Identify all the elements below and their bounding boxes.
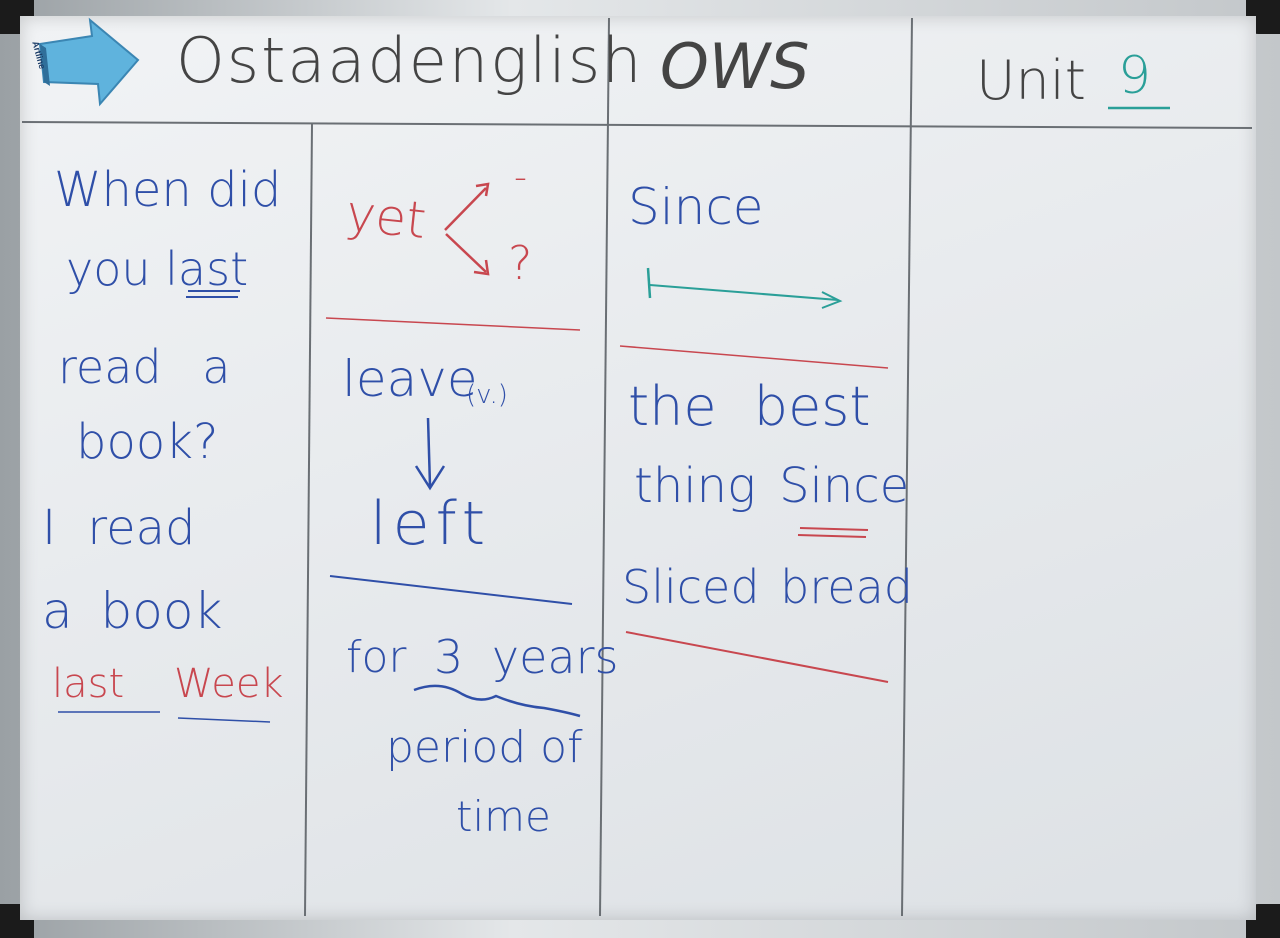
col1-line-6: a book xyxy=(42,582,223,640)
col3-red-separator-2 xyxy=(625,631,889,683)
col1-line-3: read a xyxy=(58,340,231,394)
col2-period-of: period of xyxy=(386,722,583,773)
since-underline-2 xyxy=(797,534,867,538)
header-unit-number: 9 xyxy=(1118,46,1152,106)
col2-three-years: 3 years xyxy=(434,630,619,684)
since-timeline-arrow xyxy=(649,284,839,301)
col3-idiom-line-3: Sliced bread xyxy=(622,560,913,614)
col1-line-2: you last xyxy=(66,242,249,296)
yet-arrow-up xyxy=(444,187,487,231)
col2-time: time xyxy=(456,792,551,841)
col1-line-4: book? xyxy=(76,414,219,470)
col3-red-separator-1 xyxy=(619,345,889,369)
col2-left: left xyxy=(370,489,492,559)
col2-leave: leave xyxy=(342,350,478,408)
col2-leave-pos: (v.) xyxy=(466,380,508,410)
col1-answer-last: last xyxy=(52,661,125,707)
yet-arrow-down xyxy=(445,233,487,273)
col3-idiom-line-2: thing Since xyxy=(634,458,910,514)
column-divider-2 xyxy=(599,17,610,917)
column-divider-1 xyxy=(304,123,313,917)
col2-blue-separator xyxy=(329,575,573,605)
eraser-shape xyxy=(38,17,140,107)
col1-answer-week: Week xyxy=(174,661,284,707)
col1-line-1: When did xyxy=(54,162,282,218)
whiteboard-frame: Artline Ostaadenglish OWS Unit 9 When di… xyxy=(0,0,1280,938)
header-ostaadenglish: Ostaadenglish xyxy=(176,24,644,97)
since-start-tick xyxy=(646,267,652,299)
col3-idiom-line-1: the best xyxy=(628,375,871,438)
col2-yet-minus: - xyxy=(514,157,527,198)
lastweek-underline-2 xyxy=(177,717,271,723)
col2-red-separator xyxy=(325,317,581,331)
col2-yet-question: ? xyxy=(508,236,533,290)
col2-yet: yet xyxy=(343,183,429,251)
header-unit-label: Unit xyxy=(976,49,1086,112)
since-underline-1 xyxy=(799,527,869,531)
leave-down-arrow xyxy=(426,417,432,487)
col2-for: for xyxy=(346,632,407,683)
header-divider-line xyxy=(21,121,1253,129)
yet-arrow-up-head xyxy=(475,182,490,197)
col3-since: Since xyxy=(628,178,764,236)
col1-line-5: I read xyxy=(42,500,196,556)
header-ows: OWS xyxy=(660,30,810,103)
three-years-brace xyxy=(413,684,581,718)
